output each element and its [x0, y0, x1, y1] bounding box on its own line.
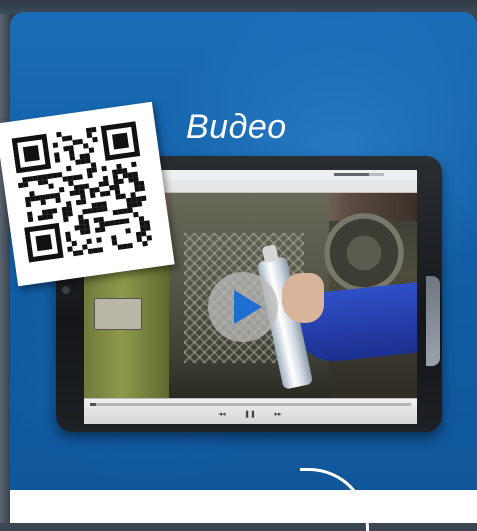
video-label-plate	[94, 298, 142, 330]
next-button[interactable]: ▸▸	[270, 410, 286, 420]
previous-button[interactable]: ◂◂	[214, 410, 230, 420]
card-title: Видео	[186, 108, 287, 146]
bottom-panel	[10, 490, 477, 523]
progress-fill	[90, 403, 97, 406]
player-controls: ◂◂ ❚❚ ▸▸	[84, 398, 417, 424]
video-green-panel	[84, 263, 169, 398]
video-hand	[282, 273, 324, 323]
status-time	[239, 170, 263, 180]
pause-button[interactable]: ❚❚	[242, 410, 258, 420]
camera-dot	[62, 286, 70, 294]
tablet-side-edge	[426, 276, 440, 366]
progress-scrubber[interactable]	[90, 403, 411, 406]
play-icon	[234, 290, 262, 324]
video-dial	[324, 213, 404, 293]
qr-code-card[interactable]	[0, 101, 175, 287]
status-battery	[334, 173, 384, 176]
qr-code-icon	[11, 121, 153, 263]
play-button[interactable]	[208, 272, 278, 342]
